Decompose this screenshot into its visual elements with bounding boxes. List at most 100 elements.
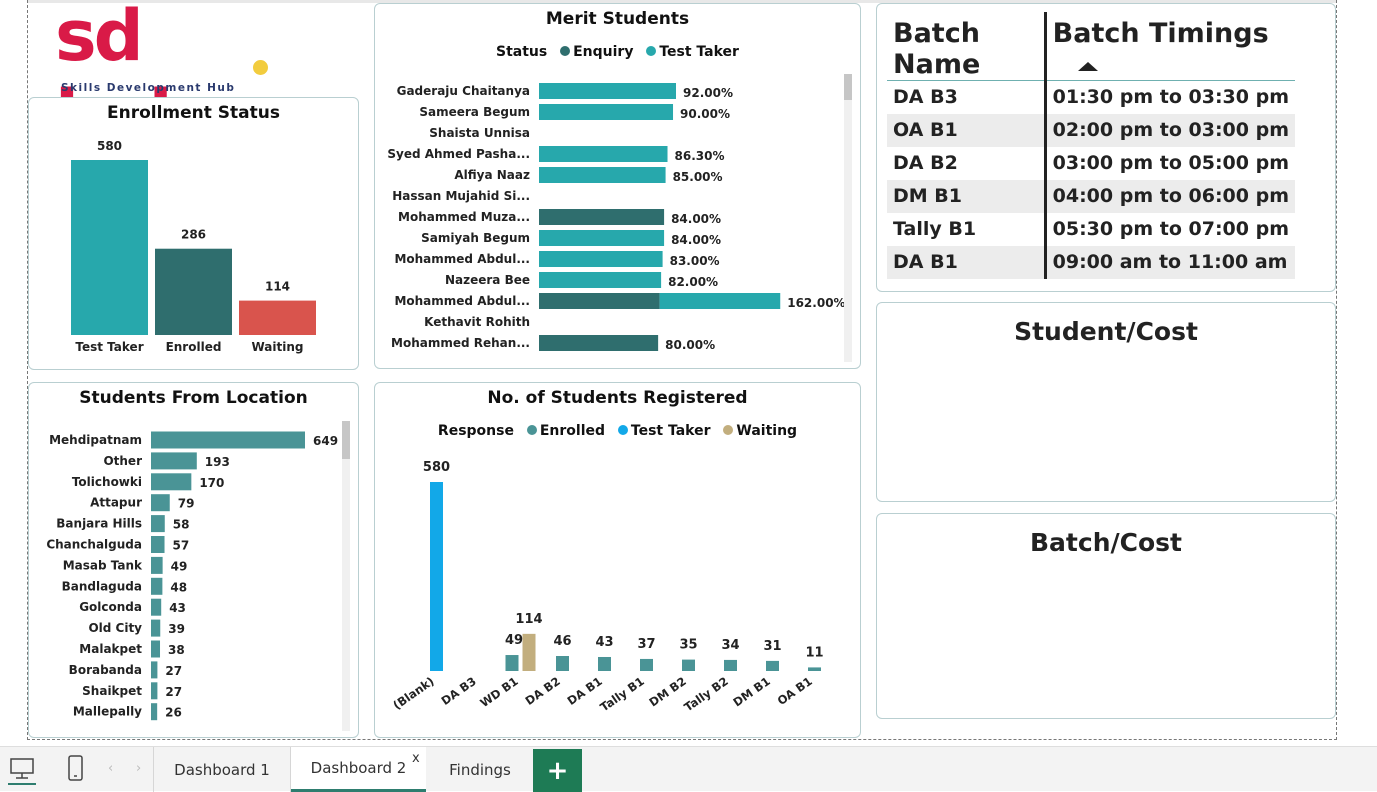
merit-bar-test-taker[interactable] <box>539 146 668 162</box>
sd-hub-logo: sd hub Skills Development Hub <box>55 0 285 156</box>
location-value-label: 27 <box>165 664 182 678</box>
merit-student-name: Kethavit Rohith <box>424 315 530 329</box>
batch-name-cell: DA B3 <box>893 86 958 109</box>
merit-bar-test-taker[interactable] <box>659 293 781 309</box>
merit-bar-enquiry[interactable] <box>539 209 665 225</box>
merit-bar-enquiry[interactable] <box>539 293 660 309</box>
merit-bar-test-taker[interactable] <box>539 83 676 99</box>
table-row: DM B1 04:00 pm to 06:00 pm <box>887 179 1295 213</box>
merit-bar-test-taker[interactable] <box>539 251 663 267</box>
location-bar[interactable] <box>151 452 197 470</box>
location-scroll-thumb[interactable] <box>342 421 350 459</box>
table-row: DA B1 09:00 am to 11:00 am <box>887 245 1295 279</box>
location-bar[interactable] <box>151 536 165 553</box>
location-bar[interactable] <box>151 619 161 637</box>
registered-value-label: 49 <box>505 633 523 648</box>
location-name-label: Old City <box>88 621 142 635</box>
location-bar[interactable] <box>151 494 170 512</box>
add-page-button[interactable]: + <box>533 749 582 792</box>
location-value-label: 48 <box>170 580 187 594</box>
location-bar[interactable] <box>151 682 158 700</box>
location-bar[interactable] <box>151 703 158 721</box>
location-bar[interactable] <box>151 473 192 491</box>
logo-dot <box>253 60 268 75</box>
merit-value-label: 162.00% <box>787 296 845 310</box>
batch-timing-cell: 04:00 pm to 06:00 pm <box>1043 179 1295 213</box>
batch-timing-cell: 09:00 am to 11:00 am <box>1043 245 1295 279</box>
merit-student-name: Alfiya Naaz <box>454 168 530 182</box>
students-registered-chart: 580(Blank) DA B349114WD B146DA B243DA B13… <box>390 460 823 714</box>
location-bar[interactable] <box>151 661 158 679</box>
mobile-view-icon[interactable] <box>64 755 88 785</box>
registered-value-label: 31 <box>763 639 781 654</box>
enrollment-bar[interactable] <box>155 248 232 335</box>
location-value-label: 193 <box>205 455 230 469</box>
tab-dashboard-1[interactable]: Dashboard 1 <box>154 747 290 792</box>
table-row: Tally B1 05:30 pm to 07:00 pm <box>887 212 1295 246</box>
registered-category-label: WD B1 <box>477 674 520 710</box>
merit-value-label: 82.00% <box>668 275 718 289</box>
desktop-view-icon[interactable] <box>6 755 38 785</box>
enrollment-bar[interactable] <box>239 300 316 335</box>
merit-student-name: Sameera Begum <box>419 105 530 119</box>
registered-category-label: DM B1 <box>730 674 772 709</box>
batch-timing-cell: 03:00 pm to 05:00 pm <box>1043 146 1295 180</box>
registered-bar[interactable] <box>556 656 569 671</box>
merit-scrollbar[interactable] <box>844 74 852 362</box>
merit-scroll-thumb[interactable] <box>844 74 852 100</box>
location-scrollbar[interactable] <box>342 421 350 731</box>
tab-dashboard-2[interactable]: Dashboard 2 <box>291 747 426 792</box>
location-value-label: 27 <box>165 685 182 699</box>
location-name-label: Malakpet <box>79 642 142 656</box>
tab-findings[interactable]: Findings <box>427 747 533 792</box>
sort-ascending-icon[interactable] <box>1078 62 1098 71</box>
students-location-panel[interactable]: Students From Location Mehdipatnam 649 Oth… <box>28 382 359 738</box>
registered-bar[interactable] <box>598 656 611 671</box>
enrollment-status-panel[interactable]: Enrollment Status 580 Test Taker 286 Enroll… <box>28 97 359 370</box>
merit-value-label: 84.00% <box>671 212 721 226</box>
batch-table-panel[interactable]: Batch Name Batch Timings DA B3 01:30 pm t… <box>876 3 1336 292</box>
merit-student-name: Hassan Mujahid Si... <box>392 189 530 203</box>
registered-bar[interactable] <box>505 655 519 671</box>
close-tab-icon[interactable]: x <box>412 751 420 766</box>
student-cost-panel[interactable]: Student/Cost <box>876 302 1336 502</box>
registered-bar[interactable] <box>640 658 653 671</box>
registered-value-label: 114 <box>515 612 542 627</box>
registered-bar[interactable] <box>682 659 695 671</box>
merit-value-label: 86.30% <box>675 149 725 163</box>
location-bar[interactable] <box>151 640 161 658</box>
merit-bar-test-taker[interactable] <box>539 167 666 183</box>
registered-bar[interactable] <box>724 659 737 671</box>
location-name-label: Tolichowki <box>72 475 142 489</box>
registered-category-label: OA B1 <box>775 674 815 708</box>
merit-bar-enquiry[interactable] <box>539 335 659 351</box>
batch-cost-panel[interactable]: Batch/Cost <box>876 513 1336 719</box>
merit-bar-test-taker[interactable] <box>539 104 674 120</box>
registered-value-label: 37 <box>637 637 655 652</box>
registered-bar[interactable] <box>522 633 536 671</box>
location-bar[interactable] <box>151 431 305 449</box>
registered-value-label: 11 <box>805 645 823 660</box>
table-row: DA B3 01:30 pm to 03:30 pm <box>887 80 1295 114</box>
registered-bar[interactable] <box>430 482 443 671</box>
enrollment-bar[interactable] <box>71 160 148 335</box>
merit-value-label: 83.00% <box>670 254 720 268</box>
location-bar[interactable] <box>151 598 162 616</box>
scroll-right-icon[interactable]: › <box>136 761 141 776</box>
table-row: OA B1 02:00 pm to 03:00 pm <box>887 113 1295 147</box>
location-bar[interactable] <box>151 577 163 595</box>
enrollment-value-label: 580 <box>97 139 122 153</box>
merit-bar-test-taker[interactable] <box>539 272 662 288</box>
batch-name-cell: OA B1 <box>887 113 1046 147</box>
merit-value-label: 92.00% <box>683 86 733 100</box>
students-registered-panel[interactable]: No. of Students Registered Response Enro… <box>374 382 861 738</box>
location-bar[interactable] <box>151 515 165 533</box>
registered-bar[interactable] <box>766 660 779 671</box>
merit-bar-test-taker[interactable] <box>539 230 665 246</box>
scroll-left-icon[interactable]: ‹ <box>108 761 113 776</box>
registered-bar[interactable] <box>808 667 821 671</box>
registered-value-label: 34 <box>721 638 739 653</box>
location-bar[interactable] <box>151 556 163 574</box>
merit-students-panel[interactable]: Merit Students Status Enquiry Test Taker… <box>374 3 861 369</box>
header-batch-name[interactable]: Batch Name <box>887 12 1045 81</box>
